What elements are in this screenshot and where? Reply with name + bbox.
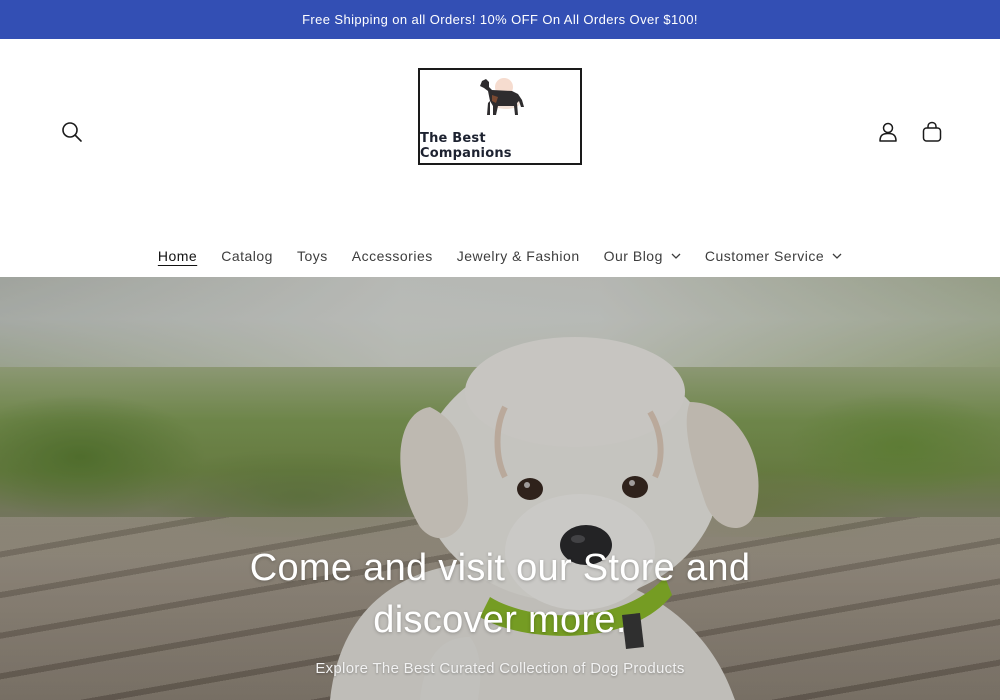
hero-heading: Come and visit our Store and discover mo… bbox=[249, 547, 751, 641]
cart-icon bbox=[922, 121, 942, 142]
account-button[interactable] bbox=[874, 118, 902, 146]
nav-item-label: Jewelry & Fashion bbox=[456, 248, 580, 264]
nav-item-label: Catalog bbox=[221, 248, 273, 264]
nav-item-label: Customer Service bbox=[704, 248, 825, 264]
announcement-text: Free Shipping on all Orders! 10% OFF On … bbox=[302, 12, 698, 27]
announcement-bar: Free Shipping on all Orders! 10% OFF On … bbox=[0, 0, 1000, 39]
hero-subheading: Explore The Best Curated Collection of D… bbox=[315, 660, 685, 677]
cart-button[interactable] bbox=[918, 118, 946, 146]
nav-item-label: Our Blog bbox=[603, 248, 663, 264]
search-icon bbox=[62, 122, 82, 142]
account-icon bbox=[879, 122, 897, 142]
dog-logo-icon bbox=[480, 78, 524, 115]
nav-item-catalog[interactable]: Catalog bbox=[209, 248, 285, 264]
hero-content: Come and visit our Store and discover mo… bbox=[0, 542, 1000, 677]
logo-text: The Best Companions bbox=[420, 131, 512, 161]
search-button[interactable] bbox=[58, 118, 86, 146]
nav-item-label: Toys bbox=[296, 248, 328, 264]
site-header: The Best Companions Home Catalog Toys Ac… bbox=[0, 39, 1000, 277]
nav-item-accessories[interactable]: Accessories bbox=[340, 248, 445, 264]
nav-item-jewelry-fashion[interactable]: Jewelry & Fashion bbox=[445, 248, 592, 264]
nav-item-our-blog[interactable]: Our Blog bbox=[592, 248, 693, 264]
nav-item-label: Home bbox=[157, 248, 198, 264]
chevron-down-icon bbox=[671, 253, 681, 259]
nav-item-customer-service[interactable]: Customer Service bbox=[693, 248, 854, 264]
main-nav: Home Catalog Toys Accessories Jewelry & … bbox=[0, 244, 1000, 268]
nav-item-label: Accessories bbox=[351, 248, 433, 264]
hero-banner: Come and visit our Store and discover mo… bbox=[0, 277, 1000, 700]
nav-item-home[interactable]: Home bbox=[146, 248, 209, 264]
nav-item-toys[interactable]: Toys bbox=[285, 248, 340, 264]
chevron-down-icon bbox=[832, 253, 842, 259]
store-logo[interactable]: The Best Companions bbox=[418, 68, 582, 165]
